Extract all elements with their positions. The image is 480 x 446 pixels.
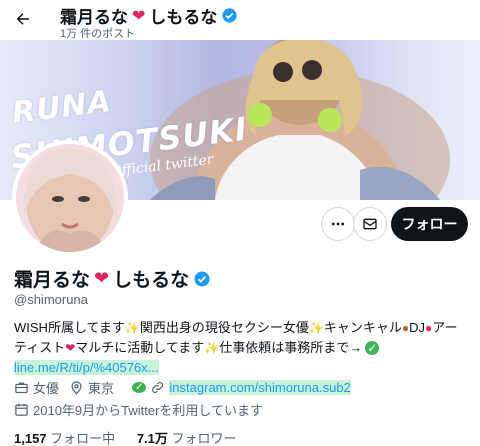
following-count: 1,157 (14, 431, 47, 446)
calendar-icon (15, 403, 28, 416)
website-link[interactable]: instagram.com/shimoruna.sub2 (169, 380, 351, 395)
profile-name-suffix: しもるな (113, 270, 190, 291)
profile-name: 霜月るな ❤ しもるな (14, 265, 211, 292)
avatar-photo (16, 144, 124, 252)
profile-meta: 女優 東京 ✓ instagram.com/shimoruna.sub2 (14, 378, 474, 397)
bio-text: マルチに活動してます (75, 340, 205, 355)
location-text: 東京 (88, 381, 115, 396)
bio-text: WISH所属してます (14, 320, 125, 335)
header-name-suffix: しもるな (149, 8, 218, 27)
check-emoji-icon: ✓ (132, 382, 147, 393)
followers-label: フォロワー (171, 431, 237, 446)
following-label: フォロー中 (50, 431, 116, 446)
follow-counts: 1,157 フォロー中 7.1万 フォロワー (14, 428, 255, 446)
more-icon (332, 222, 344, 226)
post-count: 1万 件のポスト (60, 28, 136, 40)
bio-text: 仕事依頼は事務所まで→ (219, 340, 363, 355)
followers-link[interactable]: 7.1万 フォロワー (137, 431, 237, 446)
location-pin-icon (71, 381, 82, 395)
avatar[interactable] (12, 140, 128, 256)
bio-text: 関西出身の現役セクシー女優 (139, 320, 309, 335)
following-link[interactable]: 1,157 フォロー中 (14, 431, 115, 446)
join-date: 2010年9月からTwitterを利用しています (14, 400, 263, 419)
heart-emoji-icon: ❤ (132, 7, 146, 25)
category-text: 女優 (33, 381, 60, 396)
top-bar: 霜月るな ❤ しもるな 1万 件のポスト (0, 0, 480, 40)
heart-emoji-icon: ❤ (65, 341, 76, 355)
followers-count: 7.1万 (136, 431, 168, 446)
more-button[interactable] (321, 207, 355, 241)
profile-bio: WISH所属してます✨関西出身の現役セクシー女優✨キャンキャル●DJ●アーティス… (14, 318, 470, 377)
profile-name-text: 霜月るな (14, 270, 91, 291)
bio-link[interactable]: line.me/R/ti/p/%40576x... (14, 360, 159, 375)
back-button[interactable] (8, 4, 38, 34)
join-date-text: 2010年9月からTwitterを利用しています (33, 403, 264, 418)
sparkles-emoji-icon: ✨ (308, 321, 324, 335)
bio-text: キャンキャル (323, 320, 402, 335)
message-button[interactable] (353, 207, 387, 241)
heart-emoji-icon: ❤ (94, 268, 110, 288)
mail-icon (363, 218, 377, 230)
check-emoji-icon: ✓ (365, 341, 380, 355)
bio-text: DJ (409, 320, 425, 335)
sparkles-emoji-icon: ✨ (124, 321, 140, 335)
bear-emoji-icon: ● (401, 321, 410, 335)
location: 東京 (69, 378, 114, 397)
profile-handle: @shimoruna (14, 292, 88, 307)
website[interactable]: ✓ instagram.com/shimoruna.sub2 (132, 380, 351, 395)
briefcase-icon (15, 382, 28, 394)
follow-button[interactable]: フォロー (391, 207, 468, 241)
back-arrow-icon (16, 13, 29, 25)
verified-badge-icon[interactable] (193, 270, 211, 288)
sparkles-emoji-icon: ✨ (204, 341, 220, 355)
category: 女優 (14, 378, 59, 397)
link-icon (152, 382, 164, 393)
verified-badge-icon (222, 8, 237, 23)
